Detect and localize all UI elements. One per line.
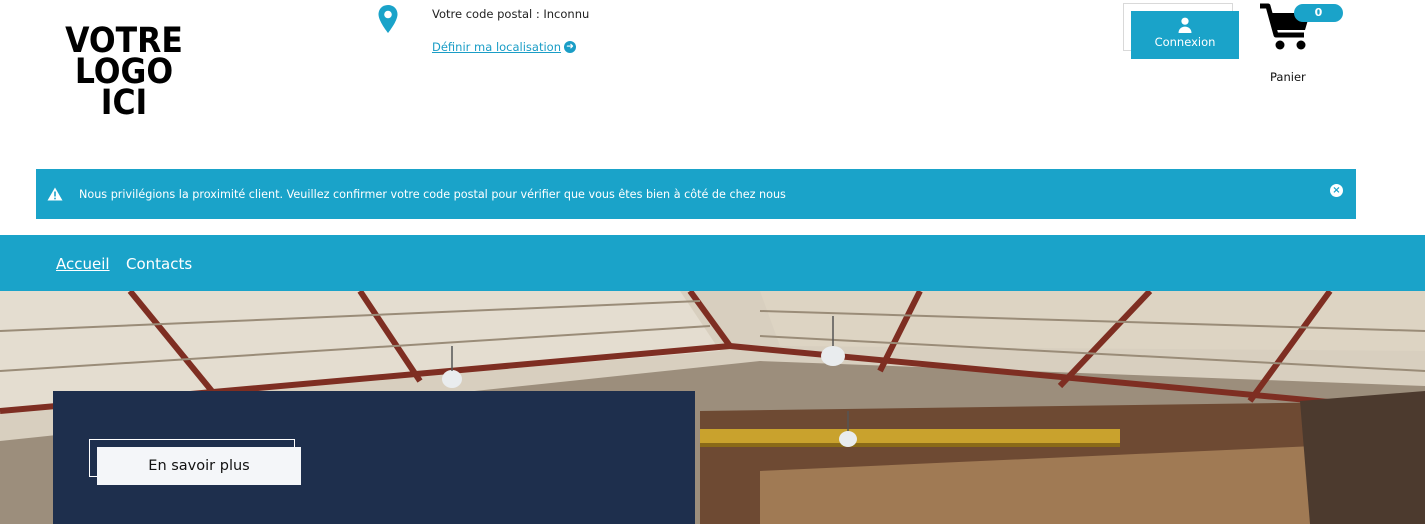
main-nav: Accueil Contacts xyxy=(0,235,1425,291)
logo-line-3: ICI xyxy=(100,83,148,123)
learn-more-button[interactable]: En savoir plus xyxy=(97,447,301,485)
close-icon[interactable]: × xyxy=(1330,184,1343,197)
set-location-label: Définir ma localisation xyxy=(432,40,562,54)
nav-item-accueil[interactable]: Accueil xyxy=(56,255,110,273)
cart-label: Panier xyxy=(1270,70,1306,84)
cart-count-badge: 0 xyxy=(1294,4,1343,22)
location-pin-icon xyxy=(378,5,398,33)
proximity-alert-banner: Nous privilégions la proximité client. V… xyxy=(36,169,1356,219)
hero-panel: En savoir plus xyxy=(53,391,695,524)
alert-message: Nous privilégions la proximité client. V… xyxy=(79,187,786,201)
site-logo[interactable]: VOTRE LOGO ICI xyxy=(62,24,186,123)
nav-item-contacts[interactable]: Contacts xyxy=(126,255,192,273)
user-icon xyxy=(1178,17,1192,33)
postal-code-status: Votre code postal : Inconnu xyxy=(432,7,590,21)
warning-icon xyxy=(47,187,63,201)
arrow-circle-right-icon: ➜ xyxy=(564,41,577,53)
hero-banner: En savoir plus xyxy=(0,291,1425,524)
login-label: Connexion xyxy=(1154,35,1216,49)
login-button[interactable]: Connexion xyxy=(1131,11,1239,59)
set-location-link[interactable]: Définir ma localisation ➜ xyxy=(432,40,577,54)
cart[interactable]: 0 Panier xyxy=(1258,0,1348,90)
